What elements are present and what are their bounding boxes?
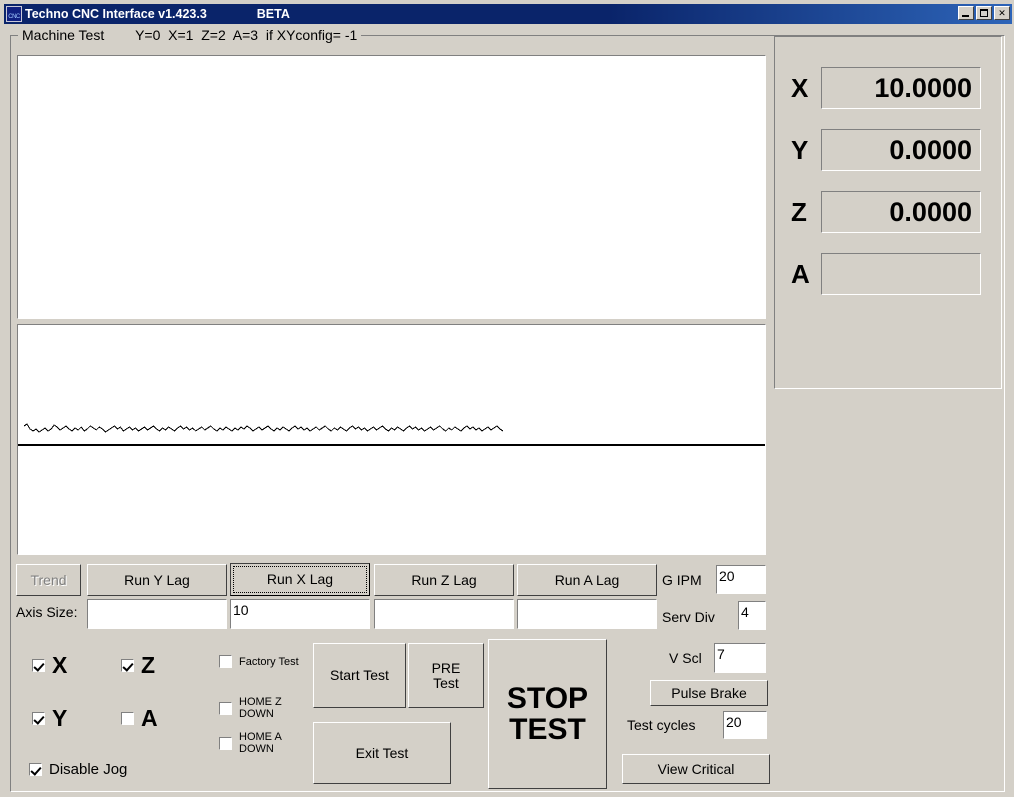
checkbox-axis-y-box[interactable] [32,712,45,725]
dro-row-x: X 10.0000 [791,67,981,109]
stop-test-button[interactable]: STOP TEST [488,639,607,789]
dro-axis-label-x: X [791,72,809,103]
test-cycles-field[interactable]: 20 [723,711,767,739]
beta-tag: BETA [256,7,290,21]
checkbox-home-a-down-label: HOME A DOWN [239,731,282,755]
dro-value-a [821,253,981,295]
dro-row-z: Z 0.0000 [791,191,981,233]
checkbox-factory-test-label: Factory Test [239,655,299,668]
checkbox-axis-a[interactable]: A [121,705,158,732]
v-scl-label: V Scl [669,650,702,666]
checkbox-home-z-down-box[interactable] [219,701,232,715]
g-ipm-field[interactable]: 20 [716,565,766,594]
exit-test-button[interactable]: Exit Test [313,722,451,784]
start-test-button[interactable]: Start Test [313,643,406,708]
run-x-lag-button[interactable]: Run X Lag [230,563,370,596]
serv-div-field[interactable]: 4 [738,601,766,630]
close-button[interactable]: ✕ [994,6,1010,20]
v-scl-field[interactable]: 7 [714,643,766,673]
trend-button[interactable]: Trend [16,564,81,596]
app-icon: CNC [6,6,22,22]
checkbox-axis-y-label: Y [52,705,68,731]
minimize-button[interactable] [958,6,974,20]
trend-plot-lower[interactable] [17,324,766,555]
checkbox-axis-x-label: X [52,652,68,678]
pulse-brake-button[interactable]: Pulse Brake [650,680,768,706]
zero-reference-line [18,444,765,446]
checkbox-home-z-down-label: HOME Z DOWN [239,696,282,720]
serv-div-label: Serv Div [662,609,715,625]
checkbox-axis-x-box[interactable] [32,659,45,672]
checkbox-axis-z-label: Z [141,652,156,678]
run-y-lag-button[interactable]: Run Y Lag [87,564,227,596]
axis-size-field-z[interactable] [374,599,514,629]
axis-size-field-y[interactable] [87,599,227,629]
dro-value-z: 0.0000 [821,191,981,233]
maximize-button[interactable] [976,6,992,20]
checkbox-home-z-down[interactable]: HOME Z DOWN [219,696,282,720]
dro-axis-label-y: Y [791,134,809,165]
position-readout-panel: X 10.0000 Y 0.0000 Z 0.0000 A [774,36,1002,389]
dro-axis-label-a: A [791,258,810,289]
lag-trace [23,423,504,433]
checkbox-axis-a-label: A [141,705,158,731]
checkbox-axis-y[interactable]: Y [32,705,67,732]
application-window: CNC Techno CNC Interface v1.423.3 BETA ✕… [0,0,1014,797]
checkbox-axis-x[interactable]: X [32,652,67,679]
trend-plot-upper[interactable] [17,55,766,319]
checkbox-home-a-down[interactable]: HOME A DOWN [219,731,282,755]
axis-size-field-x[interactable]: 10 [230,599,370,629]
checkbox-disable-jog-box[interactable] [29,763,42,776]
run-a-lag-button[interactable]: Run A Lag [517,564,657,596]
axis-size-field-a[interactable] [517,599,657,629]
window-title: Techno CNC Interface v1.423.3 [25,7,207,21]
dro-value-y: 0.0000 [821,129,981,171]
checkbox-axis-z-box[interactable] [121,659,134,672]
dro-value-x: 10.0000 [821,67,981,109]
checkbox-factory-test-box[interactable] [219,655,232,668]
axis-size-label: Axis Size: [16,604,78,620]
window-controls: ✕ [958,6,1010,20]
test-cycles-label: Test cycles [627,717,696,733]
dro-row-a: A [791,253,981,295]
view-critical-button[interactable]: View Critical [622,754,770,784]
dro-row-y: Y 0.0000 [791,129,981,171]
checkbox-axis-z[interactable]: Z [121,652,155,679]
machine-test-label: Machine Test Y=0 X=1 Z=2 A=3 if XYconfig… [18,27,362,43]
pre-test-button[interactable]: PRE Test [408,643,484,708]
g-ipm-label: G IPM [662,572,702,588]
title-bar: CNC Techno CNC Interface v1.423.3 BETA ✕ [4,4,1012,24]
dro-axis-label-z: Z [791,196,807,227]
checkbox-axis-a-box[interactable] [121,712,134,725]
checkbox-disable-jog[interactable]: Disable Jog [29,761,127,778]
checkbox-factory-test[interactable]: Factory Test [219,655,299,668]
run-z-lag-button[interactable]: Run Z Lag [374,564,514,596]
checkbox-home-a-down-box[interactable] [219,736,232,750]
checkbox-disable-jog-label: Disable Jog [49,761,128,778]
